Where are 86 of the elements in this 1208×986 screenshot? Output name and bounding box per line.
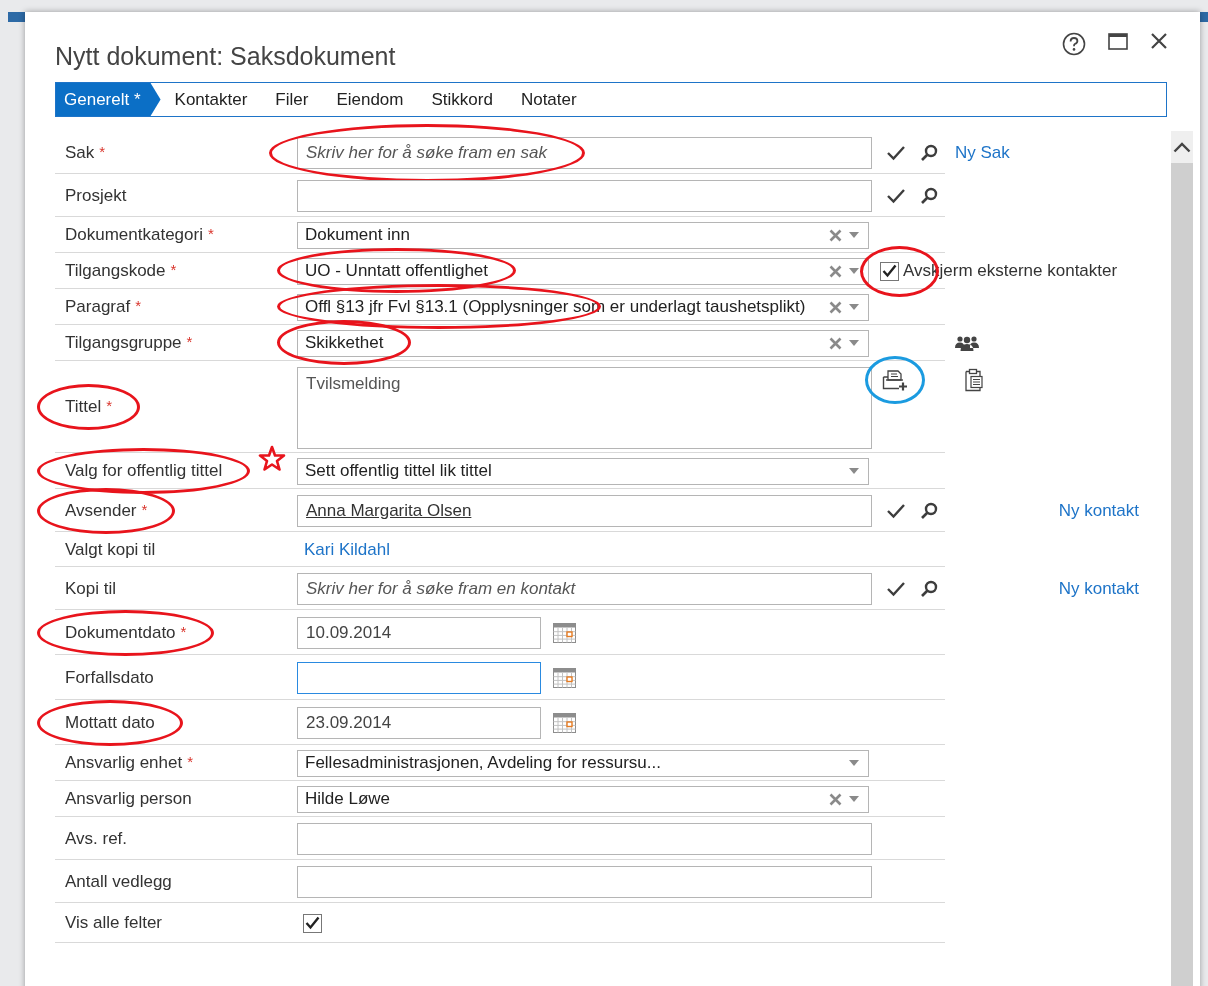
- date-field[interactable]: [297, 661, 541, 694]
- checkbox[interactable]: [303, 913, 322, 933]
- field-label: Avsender: [65, 500, 137, 520]
- dropdown[interactable]: Dokument inn: [297, 221, 869, 249]
- caret-icon[interactable]: [848, 303, 860, 311]
- folder-add-icon[interactable]: [882, 369, 908, 391]
- field-label: Avs. ref.: [65, 828, 128, 848]
- tab[interactable]: Generelt *: [56, 83, 161, 116]
- dropdown[interactable]: Sett offentlig tittel lik tittel: [297, 457, 869, 485]
- text-area[interactable]: Tvilsmelding: [297, 367, 872, 449]
- field-label: Dokumentdato: [65, 622, 176, 642]
- clear-icon[interactable]: [829, 336, 842, 350]
- maximize-icon[interactable]: [1108, 32, 1128, 50]
- scrollbar[interactable]: [1171, 131, 1193, 986]
- dialog-title: Nytt dokument: Saksdokument: [55, 42, 396, 72]
- search-icon[interactable]: [920, 501, 938, 520]
- field-label: Tittel: [65, 397, 102, 416]
- required-mark: *: [135, 297, 142, 314]
- caret-icon[interactable]: [848, 231, 860, 239]
- field-label: Paragraf: [65, 297, 131, 316]
- clipboard-icon[interactable]: [963, 368, 983, 392]
- input-field[interactable]: [297, 822, 872, 855]
- field-label: Vis alle felter: [65, 913, 162, 932]
- new-link[interactable]: Ny Sak: [955, 142, 1010, 163]
- tab[interactable]: Kontakter: [160, 83, 262, 116]
- search-field[interactable]: Anna Margarita Olsen: [297, 494, 872, 527]
- calendar-icon[interactable]: [553, 712, 576, 733]
- field-label: Forfallsdato: [65, 667, 154, 687]
- checkbox[interactable]: [880, 261, 899, 281]
- scroll-up-icon[interactable]: [1173, 141, 1191, 153]
- caret-icon[interactable]: [848, 795, 860, 803]
- field-label: Prosjekt: [65, 185, 127, 205]
- clear-icon[interactable]: [829, 300, 842, 314]
- field-label: Dokumentkategori: [65, 225, 203, 244]
- tab[interactable]: Eiendom: [322, 83, 418, 116]
- new-link[interactable]: Ny kontakt: [1058, 578, 1139, 599]
- search-icon[interactable]: [920, 143, 938, 162]
- required-mark: *: [180, 622, 187, 640]
- required-mark: *: [141, 500, 148, 518]
- group-icon[interactable]: [955, 334, 979, 352]
- dropdown[interactable]: Hilde Løwe: [297, 785, 869, 813]
- dropdown[interactable]: Fellesadministrasjonen, Avdeling for ressursu...: [297, 749, 869, 777]
- search-field[interactable]: Skriv her for å søke fram en sak: [297, 136, 872, 169]
- help-icon[interactable]: [1062, 32, 1086, 56]
- date-field[interactable]: 23.09.2014: [297, 706, 541, 739]
- checkmark-icon: [882, 264, 897, 278]
- field-label: Mottatt dato: [65, 712, 155, 732]
- caret-icon[interactable]: [848, 339, 860, 347]
- search-field[interactable]: [297, 179, 872, 212]
- clear-icon[interactable]: [829, 264, 842, 278]
- required-mark: *: [170, 261, 177, 278]
- clear-icon[interactable]: [829, 228, 842, 242]
- search-icon[interactable]: [920, 186, 938, 205]
- caret-icon[interactable]: [848, 267, 860, 275]
- field-label: Tilgangsgruppe: [65, 333, 182, 352]
- calendar-icon[interactable]: [553, 667, 576, 688]
- required-mark: *: [186, 333, 193, 350]
- input-field[interactable]: [297, 865, 872, 898]
- required-mark: *: [187, 753, 194, 770]
- contact-link[interactable]: Kari Kildahl: [297, 539, 390, 559]
- field-label: Ansvarlig person: [65, 789, 192, 808]
- field-label: Valg for offentlig tittel: [65, 461, 223, 480]
- field-label: Tilgangskode: [65, 261, 166, 280]
- field-label: Kopi til: [65, 578, 117, 598]
- tab[interactable]: Notater: [506, 83, 591, 116]
- calendar-icon[interactable]: [553, 622, 576, 643]
- new-link[interactable]: Ny kontakt: [1058, 500, 1139, 521]
- date-field[interactable]: 10.09.2014: [297, 616, 541, 649]
- required-mark: *: [106, 397, 113, 414]
- field-label: Valgt kopi til: [65, 539, 156, 559]
- field-label: Sak: [65, 142, 95, 162]
- search-field[interactable]: Skriv her for å søke fram en kontakt: [297, 572, 872, 605]
- required-mark: *: [99, 142, 106, 160]
- tab[interactable]: Stikkord: [417, 83, 507, 116]
- dropdown[interactable]: Skikkethet: [297, 329, 869, 357]
- clear-icon[interactable]: [829, 792, 842, 806]
- checkmark-icon: [305, 916, 320, 930]
- tab[interactable]: Filer: [261, 83, 323, 116]
- close-icon[interactable]: [1150, 32, 1168, 50]
- dropdown[interactable]: UO - Unntatt offentlighet: [297, 257, 869, 285]
- search-icon[interactable]: [920, 579, 938, 598]
- required-mark: *: [207, 225, 214, 242]
- field-label: Ansvarlig enhet: [65, 753, 183, 772]
- caret-icon[interactable]: [848, 467, 860, 475]
- caret-icon[interactable]: [848, 759, 860, 767]
- field-label: Antall vedlegg: [65, 871, 172, 891]
